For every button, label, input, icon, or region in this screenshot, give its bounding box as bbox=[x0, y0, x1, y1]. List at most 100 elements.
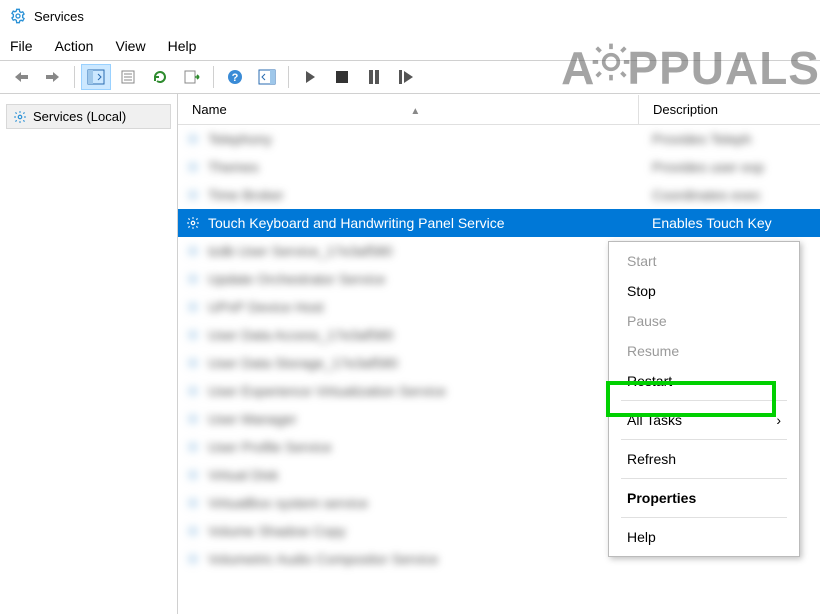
pause-service-button[interactable] bbox=[359, 64, 389, 90]
gear-icon bbox=[184, 522, 202, 540]
gear-icon bbox=[184, 214, 202, 232]
service-description: Provides Teleph bbox=[638, 131, 820, 147]
back-button[interactable] bbox=[6, 64, 36, 90]
context-all-tasks[interactable]: All Tasks › bbox=[611, 405, 797, 435]
start-service-button[interactable] bbox=[295, 64, 325, 90]
gear-icon bbox=[184, 158, 202, 176]
toolbar-separator bbox=[288, 66, 289, 88]
svg-text:?: ? bbox=[232, 72, 239, 84]
menu-view[interactable]: View bbox=[115, 38, 145, 54]
service-name: Themes bbox=[202, 159, 638, 175]
column-label: Name bbox=[192, 102, 227, 117]
menu-help[interactable]: Help bbox=[168, 38, 197, 54]
service-name: Volumetric Audio Compositor Service bbox=[202, 551, 638, 567]
list-item[interactable]: TelephonyProvides Teleph bbox=[178, 125, 820, 153]
service-name: User Data Storage_17e3af580 bbox=[202, 355, 638, 371]
service-name: Touch Keyboard and Handwriting Panel Ser… bbox=[202, 215, 638, 231]
tree-item-services-local[interactable]: Services (Local) bbox=[6, 104, 171, 129]
gear-icon bbox=[184, 466, 202, 484]
gear-icon bbox=[184, 186, 202, 204]
list-item[interactable]: ThemesProvides user exp bbox=[178, 153, 820, 181]
gear-icon bbox=[184, 298, 202, 316]
gear-icon bbox=[184, 410, 202, 428]
context-resume: Resume bbox=[611, 336, 797, 366]
context-help[interactable]: Help bbox=[611, 522, 797, 552]
context-refresh[interactable]: Refresh bbox=[611, 444, 797, 474]
context-item-label: Help bbox=[627, 529, 656, 545]
refresh-button[interactable] bbox=[145, 64, 175, 90]
show-hide-tree-button[interactable] bbox=[81, 64, 111, 90]
service-name: User Manager bbox=[202, 411, 638, 427]
list-item[interactable]: Time BrokerCoordinates exec bbox=[178, 181, 820, 209]
context-item-label: Resume bbox=[627, 343, 679, 359]
service-name: User Profile Service bbox=[202, 439, 638, 455]
service-name: Virtual Disk bbox=[202, 467, 638, 483]
list-pane: Name ▲ Description TelephonyProvides Tel… bbox=[178, 94, 820, 614]
chevron-right-icon: › bbox=[776, 412, 781, 428]
forward-button[interactable] bbox=[38, 64, 68, 90]
context-stop[interactable]: Stop bbox=[611, 276, 797, 306]
gear-icon bbox=[184, 354, 202, 372]
services-app-icon bbox=[10, 8, 26, 24]
gear-icon bbox=[184, 382, 202, 400]
context-item-label: Properties bbox=[627, 490, 696, 506]
service-name: VirtualBox system service bbox=[202, 495, 638, 511]
title-bar: Services bbox=[0, 0, 820, 32]
menu-file[interactable]: File bbox=[10, 38, 33, 54]
export-list-button[interactable] bbox=[177, 64, 207, 90]
column-header-description[interactable]: Description bbox=[638, 95, 820, 124]
column-header-name[interactable]: Name ▲ bbox=[178, 102, 638, 117]
service-name: tzdb User Service_17e3af580 bbox=[202, 243, 638, 259]
context-item-label: Restart bbox=[627, 373, 672, 389]
context-divider bbox=[621, 439, 787, 440]
service-name: Volume Shadow Copy bbox=[202, 523, 638, 539]
column-label: Description bbox=[653, 102, 718, 117]
service-description: Enables Touch Key bbox=[638, 215, 820, 231]
restart-service-button[interactable] bbox=[391, 64, 421, 90]
gear-icon bbox=[184, 270, 202, 288]
service-name: Time Broker bbox=[202, 187, 638, 203]
service-description: Coordinates exec bbox=[638, 187, 820, 203]
context-item-label: All Tasks bbox=[627, 412, 682, 428]
context-start: Start bbox=[611, 246, 797, 276]
show-hide-action-pane-button[interactable] bbox=[252, 64, 282, 90]
context-item-label: Pause bbox=[627, 313, 667, 329]
context-restart[interactable]: Restart bbox=[611, 366, 797, 396]
help-button[interactable]: ? bbox=[220, 64, 250, 90]
list-header: Name ▲ Description bbox=[178, 95, 820, 125]
gear-icon bbox=[184, 326, 202, 344]
gear-icon bbox=[184, 494, 202, 512]
menu-action[interactable]: Action bbox=[55, 38, 94, 54]
gear-icon bbox=[184, 130, 202, 148]
stop-service-button[interactable] bbox=[327, 64, 357, 90]
gear-icon bbox=[13, 110, 27, 124]
menu-bar: File Action View Help bbox=[0, 32, 820, 60]
properties-button[interactable] bbox=[113, 64, 143, 90]
toolbar-separator bbox=[74, 66, 75, 88]
context-pause: Pause bbox=[611, 306, 797, 336]
gear-icon bbox=[184, 242, 202, 260]
context-item-label: Refresh bbox=[627, 451, 676, 467]
context-properties[interactable]: Properties bbox=[611, 483, 797, 513]
context-item-label: Start bbox=[627, 253, 657, 269]
toolbar: ? bbox=[0, 60, 820, 94]
gear-icon bbox=[184, 438, 202, 456]
context-item-label: Stop bbox=[627, 283, 656, 299]
list-item-selected[interactable]: Touch Keyboard and Handwriting Panel Ser… bbox=[178, 209, 820, 237]
context-divider bbox=[621, 517, 787, 518]
service-name: User Experience Virtualization Service bbox=[202, 383, 638, 399]
service-name: UPnP Device Host bbox=[202, 299, 638, 315]
context-divider bbox=[621, 400, 787, 401]
gear-icon bbox=[184, 550, 202, 568]
context-divider bbox=[621, 478, 787, 479]
service-name: Update Orchestrator Service bbox=[202, 271, 638, 287]
toolbar-separator bbox=[213, 66, 214, 88]
tree-item-label: Services (Local) bbox=[33, 109, 126, 124]
service-name: User Data Access_17e3af580 bbox=[202, 327, 638, 343]
service-description: Provides user exp bbox=[638, 159, 820, 175]
content-area: Services (Local) Name ▲ Description Tele… bbox=[0, 94, 820, 614]
window-title: Services bbox=[34, 9, 84, 24]
tree-pane: Services (Local) bbox=[0, 94, 178, 614]
context-menu: Start Stop Pause Resume Restart All Task… bbox=[608, 241, 800, 557]
service-name: Telephony bbox=[202, 131, 638, 147]
